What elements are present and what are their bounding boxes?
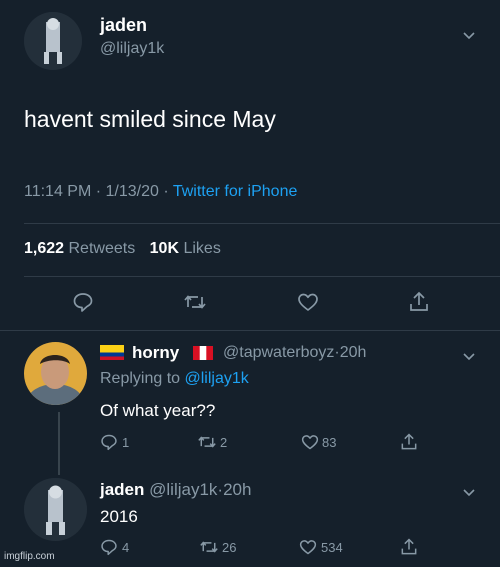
colombia-flag-icon — [100, 345, 124, 360]
reply-icon[interactable] — [100, 433, 118, 451]
replying-to-link[interactable]: @liljay1k — [185, 370, 249, 387]
likes-label[interactable]: Likes — [183, 240, 220, 257]
like-count: 83 — [322, 435, 337, 450]
reply-icon[interactable] — [72, 291, 94, 313]
watermark: imgflip.com — [4, 551, 55, 562]
avatar[interactable] — [24, 342, 87, 405]
retweet-icon[interactable] — [183, 291, 207, 313]
share-icon[interactable] — [399, 432, 419, 452]
thread-line — [58, 412, 60, 475]
tweet-text: havent smiled since May — [24, 106, 276, 132]
tweet-client-link[interactable]: Twitter for iPhone — [173, 183, 298, 200]
retweet-count: 2 — [220, 435, 228, 450]
tweet-time: 11:14 PM — [24, 183, 92, 200]
tweet-meta: 11:14 PM · 1/13/20 · Twitter for iPhone — [24, 183, 298, 200]
retweet-icon[interactable] — [197, 433, 217, 451]
share-icon[interactable] — [399, 537, 419, 557]
display-name[interactable]: jaden — [100, 480, 144, 499]
reply-count: 1 — [122, 435, 130, 450]
divider — [0, 330, 500, 331]
retweet-count: 26 — [222, 540, 237, 555]
replying-to: Replying to @liljay1k — [100, 370, 249, 387]
like-icon[interactable] — [296, 291, 320, 313]
tweet-text: Of what year?? — [100, 401, 216, 420]
reply-icon[interactable] — [100, 538, 118, 556]
like-icon[interactable] — [298, 538, 318, 556]
tweet-text: 2016 — [100, 507, 138, 526]
avatar[interactable] — [24, 478, 87, 541]
display-name[interactable]: jaden — [100, 15, 147, 36]
timestamp[interactable]: 20h — [340, 344, 367, 361]
peru-flag-icon — [193, 346, 213, 360]
handle[interactable]: @tapwaterboyz — [223, 344, 334, 361]
retweet-icon[interactable] — [199, 538, 219, 556]
chevron-down-icon[interactable] — [462, 349, 476, 361]
reply-count: 4 — [122, 540, 130, 555]
reply-meta: @tapwaterboyz·20h — [223, 344, 367, 361]
share-icon[interactable] — [407, 290, 431, 314]
avatar[interactable] — [24, 12, 82, 70]
chevron-down-icon[interactable] — [462, 28, 476, 40]
divider — [24, 276, 500, 277]
like-count: 534 — [321, 540, 343, 555]
chevron-down-icon[interactable] — [462, 485, 476, 497]
display-name[interactable]: horny — [132, 343, 179, 363]
retweets-count[interactable]: 1,622 — [24, 240, 64, 257]
timestamp[interactable]: 20h — [223, 480, 251, 499]
like-icon[interactable] — [300, 433, 320, 451]
engagement-stats: 1,622 Retweets 10K Likes — [24, 240, 221, 258]
reply-header: jaden @liljay1k·20h — [100, 480, 252, 499]
retweets-label[interactable]: Retweets — [69, 240, 136, 257]
handle[interactable]: @liljay1k — [149, 480, 217, 499]
divider — [24, 223, 500, 224]
handle[interactable]: @liljay1k — [100, 40, 164, 58]
likes-count[interactable]: 10K — [150, 240, 179, 257]
tweet-date[interactable]: 1/13/20 — [106, 183, 159, 200]
